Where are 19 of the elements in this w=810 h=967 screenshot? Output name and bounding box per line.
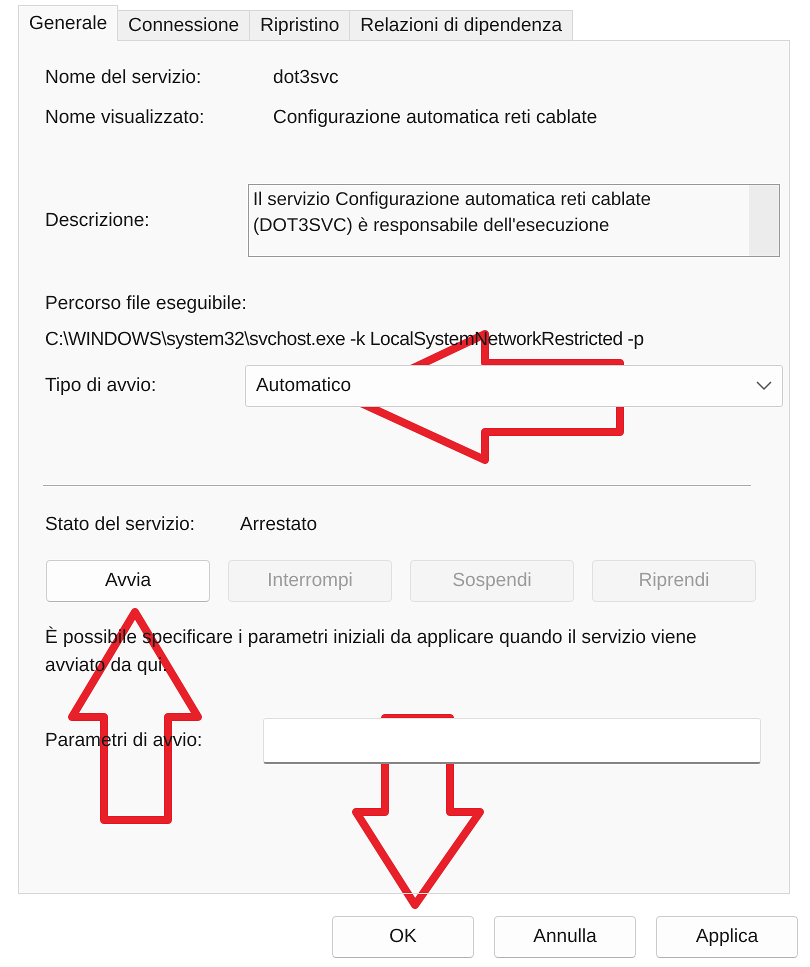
chevron-down-icon: [756, 381, 772, 391]
description-box: Il servizio Configurazione automatica reti cablate (DOT3SVC) è responsabile dell'esecuzione: [248, 184, 780, 257]
field-label: Nome del servizio:: [45, 67, 202, 89]
field-value: Arrestato: [240, 514, 318, 536]
startup-type-dropdown[interactable]: Automatico: [245, 365, 783, 407]
field-label: Stato del servizio:: [45, 514, 196, 536]
tab[interactable]: Connessione: [117, 10, 250, 40]
field-value: dot3svc: [273, 67, 338, 89]
field-value: Configurazione automatica reti cablate: [273, 107, 598, 129]
service-button[interactable]: Avvia: [46, 560, 210, 602]
field-label: Percorso file eseguibile:: [44, 293, 247, 315]
dialog-button[interactable]: Applica: [656, 916, 798, 958]
start-parameters-field[interactable]: [263, 718, 761, 764]
dialog-button[interactable]: Annulla: [494, 916, 636, 958]
dialog-button[interactable]: OK: [332, 916, 474, 958]
tab[interactable]: Relazioni di dipendenza: [349, 10, 574, 40]
tab[interactable]: Generale: [18, 5, 118, 41]
tab[interactable]: Ripristino: [249, 10, 350, 40]
field-label: Nome visualizzato:: [45, 107, 206, 129]
